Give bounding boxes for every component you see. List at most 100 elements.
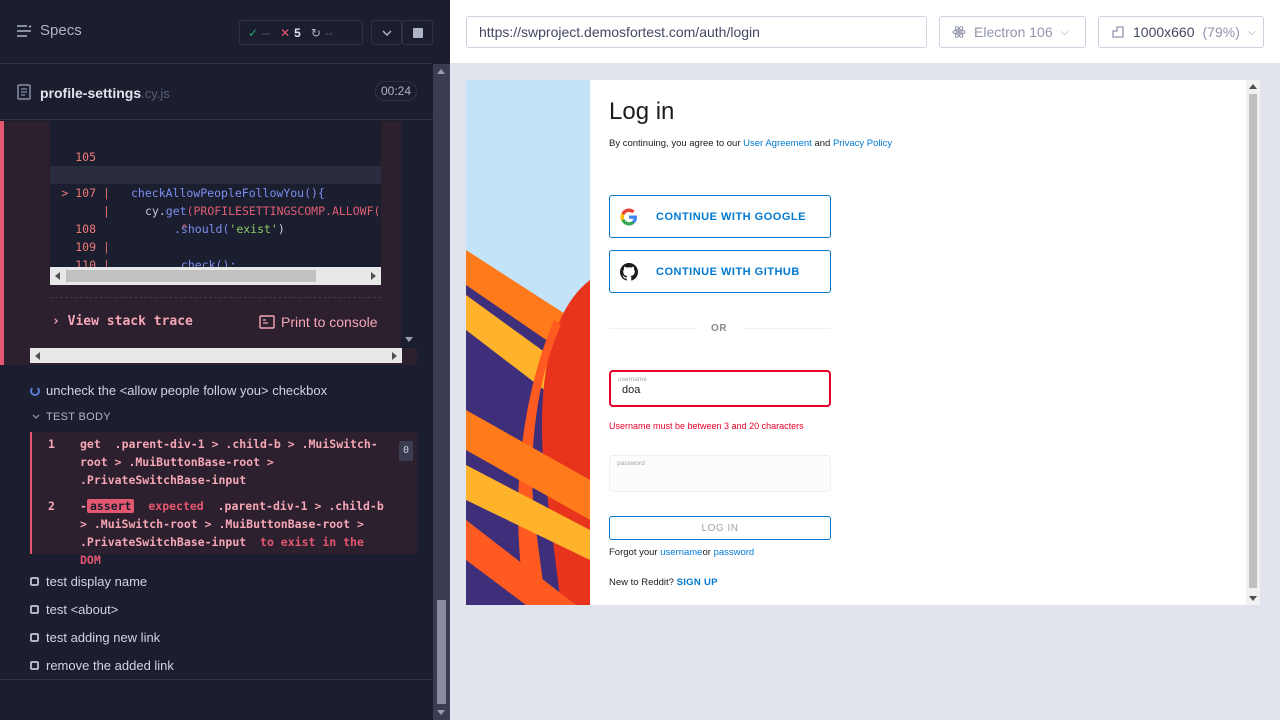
menu-list-icon bbox=[17, 24, 32, 37]
scroll-right-icon[interactable] bbox=[392, 352, 397, 360]
pending-test[interactable]: test <about> bbox=[30, 602, 118, 617]
test-title: test display name bbox=[46, 574, 148, 589]
reporter-scrollbar[interactable] bbox=[433, 64, 450, 720]
loading-spinner-icon bbox=[30, 385, 40, 396]
test-body-toggle[interactable]: TEST BODY bbox=[32, 411, 111, 423]
reporter-menu-button[interactable] bbox=[371, 20, 402, 45]
google-icon bbox=[620, 208, 637, 226]
spec-file-name: profile-settings bbox=[40, 85, 142, 101]
app-scrollbar[interactable] bbox=[1246, 80, 1260, 605]
test-title: remove the added link bbox=[46, 658, 174, 673]
code-frame-scrollbar[interactable] bbox=[50, 267, 381, 285]
forgot-password-link[interactable]: password bbox=[714, 547, 755, 558]
failed-stat: ✕ 5 bbox=[280, 26, 301, 40]
pending-square-icon bbox=[30, 605, 39, 614]
viewport-info[interactable]: 1000x660 (79%) ⌵ bbox=[1098, 16, 1264, 48]
divider bbox=[50, 297, 381, 298]
viewport-size: 1000x660 bbox=[1133, 24, 1195, 40]
scroll-down-icon[interactable] bbox=[1249, 596, 1257, 601]
forgot-username-link[interactable]: username bbox=[660, 547, 702, 558]
error-panel-hscrollbar[interactable] bbox=[30, 348, 402, 363]
continue-with-github-button[interactable]: CONTINUE WITH GITHUB bbox=[609, 250, 831, 293]
terms-prefix: By continuing, you agree to our bbox=[609, 138, 744, 149]
terminal-icon bbox=[259, 315, 275, 329]
terms-text: By continuing, you agree to our User Agr… bbox=[609, 138, 892, 149]
view-stack-trace-button[interactable]: › View stack trace bbox=[52, 314, 193, 329]
code-frame: 105 | checkAllowPeopleFollowYou(){ 106 |… bbox=[50, 121, 381, 285]
specs-toggle-button[interactable]: Specs bbox=[16, 22, 82, 39]
scroll-down-icon[interactable] bbox=[437, 710, 445, 715]
login-button[interactable]: LOG IN bbox=[609, 516, 831, 540]
error-panel-scrollbar[interactable] bbox=[401, 121, 417, 348]
stop-icon bbox=[412, 27, 423, 38]
divider bbox=[743, 328, 831, 329]
assert-message: expected bbox=[148, 499, 204, 513]
duration-badge: 00:24 bbox=[375, 81, 417, 101]
username-label: username bbox=[618, 376, 647, 383]
test-title: uncheck the <allow people follow you> ch… bbox=[46, 383, 328, 398]
code-line: 108 | .check(); bbox=[50, 202, 381, 272]
chevron-down-icon: ⌵ bbox=[1060, 26, 1069, 38]
sign-up-link[interactable]: SIGN UP bbox=[677, 577, 718, 588]
code-line: | ^ bbox=[50, 184, 381, 236]
command-text: - assert expected .parent-div-1 > .child-… bbox=[80, 497, 390, 569]
password-input[interactable] bbox=[621, 468, 811, 480]
scroll-left-icon[interactable] bbox=[35, 352, 40, 360]
aut-toolbar: https://swproject.demosfortest.com/auth/… bbox=[450, 0, 1280, 64]
forgot-credentials: Forgot your usernameor password bbox=[609, 547, 754, 558]
command-text: get .parent-div-1 > .child-b > .MuiSwitc… bbox=[80, 435, 390, 489]
app-iframe: Log in By continuing, you agree to our U… bbox=[466, 80, 1260, 605]
reporter-panel: Specs ✓ -- ✕ 5 ↻ -- profile-settings.cy.… bbox=[0, 0, 450, 720]
password-field[interactable]: password bbox=[609, 455, 831, 492]
viewport-zoom: (79%) bbox=[1202, 24, 1240, 40]
scroll-thumb[interactable] bbox=[1249, 94, 1257, 588]
assert-badge: assert bbox=[86, 499, 135, 513]
browser-selector[interactable]: Electron 106 ⌵ bbox=[939, 16, 1086, 48]
url-bar[interactable]: https://swproject.demosfortest.com/auth/… bbox=[466, 16, 927, 48]
pending-test[interactable]: remove the added link bbox=[30, 658, 174, 673]
pending-square-icon bbox=[30, 577, 39, 586]
user-agreement-link[interactable]: User Agreement bbox=[743, 138, 812, 149]
failed-count: 5 bbox=[294, 25, 301, 40]
command-row[interactable]: 2 - assert expected .parent-div-1 > .chil… bbox=[32, 497, 417, 567]
print-to-console-button[interactable]: Print to console bbox=[259, 314, 378, 330]
code-line: 110 | } bbox=[50, 238, 381, 285]
username-error: Username must be between 3 and 20 charac… bbox=[609, 421, 804, 431]
ruler-icon bbox=[1112, 26, 1124, 38]
scroll-thumb[interactable] bbox=[66, 270, 316, 282]
signup-prompt: New to Reddit? SIGN UP bbox=[609, 577, 718, 588]
passed-count: -- bbox=[262, 25, 271, 40]
or-separator: OR bbox=[711, 323, 727, 334]
scroll-thumb[interactable] bbox=[437, 600, 446, 704]
command-number: 1 bbox=[48, 437, 55, 451]
scroll-up-icon[interactable] bbox=[437, 69, 445, 74]
x-icon: ✕ bbox=[280, 25, 291, 40]
pending-test[interactable]: test adding new link bbox=[30, 630, 160, 645]
passed-stat: ✓ -- bbox=[248, 26, 270, 40]
divider bbox=[609, 328, 697, 329]
running-test[interactable]: uncheck the <allow people follow you> ch… bbox=[30, 383, 327, 398]
command-prefix: - bbox=[80, 499, 87, 513]
scroll-up-icon[interactable] bbox=[1249, 84, 1257, 89]
command-row[interactable]: 1 get .parent-div-1 > .child-b > .MuiSwi… bbox=[32, 435, 417, 489]
print-to-console-label: Print to console bbox=[281, 314, 378, 330]
test-title: test adding new link bbox=[46, 630, 161, 645]
username-input[interactable] bbox=[622, 384, 812, 396]
continue-with-google-button[interactable]: CONTINUE WITH GOOGLE bbox=[609, 195, 831, 238]
stop-button[interactable] bbox=[402, 20, 433, 45]
scroll-left-icon[interactable] bbox=[55, 272, 60, 280]
spec-name[interactable]: profile-settings.cy.js bbox=[40, 85, 170, 101]
scroll-right-icon[interactable] bbox=[371, 272, 376, 280]
chevron-down-icon bbox=[32, 414, 40, 419]
privacy-policy-link[interactable]: Privacy Policy bbox=[833, 138, 892, 149]
command-log: 1 get .parent-div-1 > .child-b > .MuiSwi… bbox=[30, 432, 417, 567]
chevron-down-icon bbox=[381, 29, 392, 36]
login-artwork bbox=[466, 80, 590, 605]
chevron-right-icon: › bbox=[52, 314, 60, 329]
document-icon bbox=[17, 84, 31, 100]
pending-test[interactable]: test display name bbox=[30, 574, 147, 589]
scroll-down-icon[interactable] bbox=[405, 337, 413, 342]
password-label: password bbox=[617, 460, 645, 467]
signup-prefix: New to Reddit? bbox=[609, 577, 677, 588]
username-field[interactable]: username bbox=[609, 370, 831, 407]
